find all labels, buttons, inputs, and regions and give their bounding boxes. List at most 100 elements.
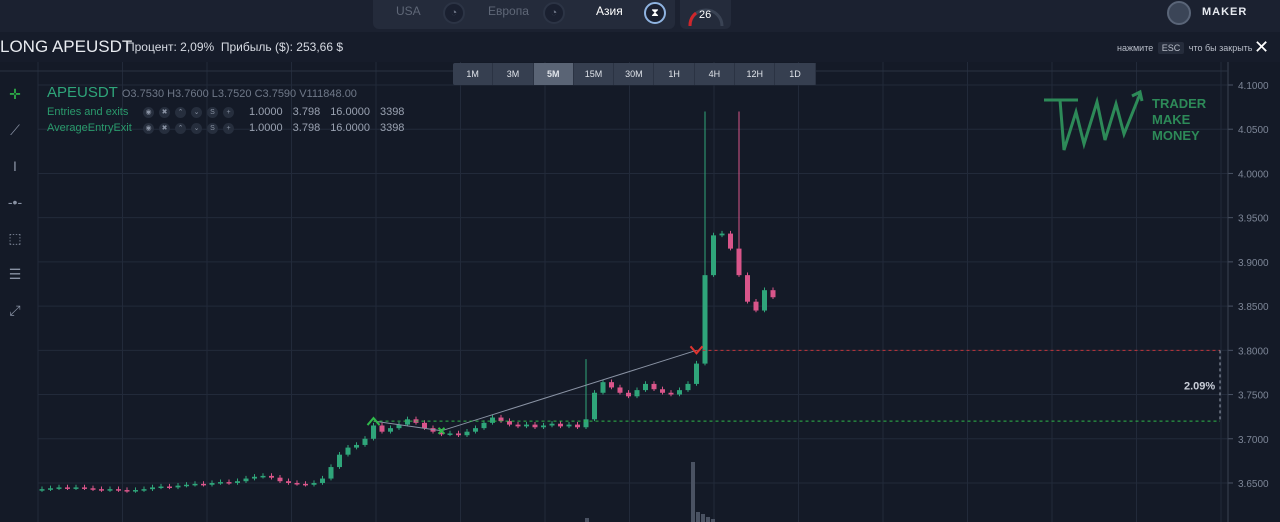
candle: [209, 482, 215, 485]
profit-text: Прибыль ($): 253,66 $: [220, 40, 344, 54]
add-icon[interactable]: +: [223, 106, 234, 118]
candle: [286, 481, 291, 483]
y-tick-label: 3.9500: [1238, 214, 1269, 225]
candle: [549, 423, 555, 426]
candle: [447, 433, 453, 435]
timeframe-1m[interactable]: 1M: [453, 63, 494, 85]
candle: [39, 489, 45, 491]
y-tick-label: 3.8000: [1238, 346, 1269, 357]
candle: [515, 424, 521, 427]
candle: [770, 290, 776, 298]
y-tick-label: 4.0000: [1238, 169, 1269, 180]
rectangle-icon[interactable]: ⬚: [5, 230, 25, 250]
eye-icon[interactable]: ◉: [143, 106, 154, 118]
timeframe-5m[interactable]: 5M: [533, 63, 574, 85]
market-asia[interactable]: Азия: [596, 4, 623, 18]
volume-bar: [706, 517, 710, 522]
candle: [745, 275, 750, 302]
y-tick-label: 3.9000: [1238, 258, 1269, 269]
timeframe-4h[interactable]: 4H: [695, 63, 736, 85]
timeframe-1h[interactable]: 1H: [654, 63, 695, 85]
candle: [73, 487, 79, 489]
add-icon[interactable]: +: [223, 122, 234, 134]
candle: [337, 454, 342, 468]
remove-icon[interactable]: ✖: [159, 106, 170, 118]
timeframe-30m[interactable]: 30M: [614, 63, 655, 85]
settings-icon[interactable]: S: [207, 122, 218, 134]
eye-icon[interactable]: ◉: [143, 122, 154, 134]
timeframe-3m[interactable]: 3M: [493, 63, 534, 85]
username[interactable]: MAKER: [1202, 6, 1247, 18]
candle: [345, 447, 351, 455]
position-title: LONG APEUSDT: [0, 37, 133, 56]
trendline-icon[interactable]: ⟋: [5, 122, 25, 142]
position-info-bar: LONG APEUSDT Процент: 2,09% Прибыль ($):…: [0, 32, 1280, 62]
candle: [311, 482, 317, 485]
session-closed-icon: ◔: [543, 2, 565, 24]
candle: [762, 290, 767, 311]
indicator-value: 3398: [379, 106, 405, 118]
candle: [566, 424, 572, 427]
candle: [82, 487, 87, 489]
move-down-icon[interactable]: ⌄: [191, 106, 202, 118]
settings-icon[interactable]: S: [207, 106, 218, 118]
candle: [617, 387, 623, 393]
volume-bar: [696, 512, 700, 522]
candle: [320, 478, 325, 483]
crosshair-icon[interactable]: ✛: [5, 86, 25, 106]
candle: [422, 422, 427, 429]
fib-levels-icon[interactable]: ☰: [5, 266, 25, 286]
candle: [456, 433, 461, 436]
indicator-value: 1.0000: [249, 122, 283, 134]
hourglass-icon: ⧗: [644, 2, 666, 24]
profit-percent-label: 2.09%: [1184, 381, 1215, 393]
candle: [558, 423, 563, 427]
esc-suffix: что бы закрыть: [1188, 43, 1253, 53]
candle: [56, 487, 62, 489]
close-icon[interactable]: ✕: [1254, 37, 1269, 58]
market-usa[interactable]: USA: [396, 4, 421, 18]
candle: [541, 425, 546, 428]
fear-greed-gauge: 26: [680, 0, 731, 29]
candle: [464, 431, 470, 436]
volume-bar: [701, 514, 705, 522]
text-cursor-icon[interactable]: I: [5, 158, 25, 178]
gauge-value: 26: [699, 9, 712, 21]
candle: [507, 421, 512, 425]
indicator-row: Entries and exits ◉ ✖ ⌃ ⌄ S +1.0000 3.798 16.000…: [47, 106, 404, 118]
indicator-value: 3.798: [292, 122, 321, 134]
candle: [167, 486, 172, 489]
candle: [660, 389, 665, 393]
move-down-icon[interactable]: ⌄: [191, 122, 202, 134]
move-up-icon[interactable]: ⌃: [175, 122, 186, 134]
candle: [592, 392, 597, 420]
volume-bar: [585, 518, 589, 522]
remove-icon[interactable]: ✖: [159, 122, 170, 134]
candle: [388, 428, 393, 432]
candle: [201, 483, 206, 486]
candle: [124, 490, 130, 492]
market-europe[interactable]: Европа: [488, 4, 529, 18]
candle: [685, 383, 691, 391]
candle: [90, 488, 96, 490]
avatar[interactable]: [1167, 1, 1191, 25]
timeframe-selector: 1M 3M 5M 15M 30M 1H 4H 12H 1D: [453, 63, 816, 85]
horizontal-line-icon[interactable]: -•-: [5, 194, 25, 214]
expand-icon[interactable]: ⤢: [5, 302, 25, 322]
y-tick-label: 3.6500: [1238, 479, 1269, 490]
candle: [269, 475, 274, 478]
candle: [609, 382, 614, 388]
candle: [711, 235, 716, 276]
candle: [600, 382, 606, 393]
timeframe-12h[interactable]: 12H: [735, 63, 776, 85]
candle: [371, 425, 376, 439]
candle: [719, 233, 725, 236]
indicator-row: AverageEntryExit ◉ ✖ ⌃ ⌄ S +1.0000 3.798 16.0000…: [47, 122, 404, 134]
logo-text: TRADER MAKE MONEY: [1152, 96, 1206, 144]
candle: [583, 419, 589, 428]
candle: [303, 483, 308, 486]
timeframe-15m[interactable]: 15M: [574, 63, 615, 85]
timeframe-1d[interactable]: 1D: [775, 63, 816, 85]
move-up-icon[interactable]: ⌃: [175, 106, 186, 118]
candle: [158, 486, 164, 489]
